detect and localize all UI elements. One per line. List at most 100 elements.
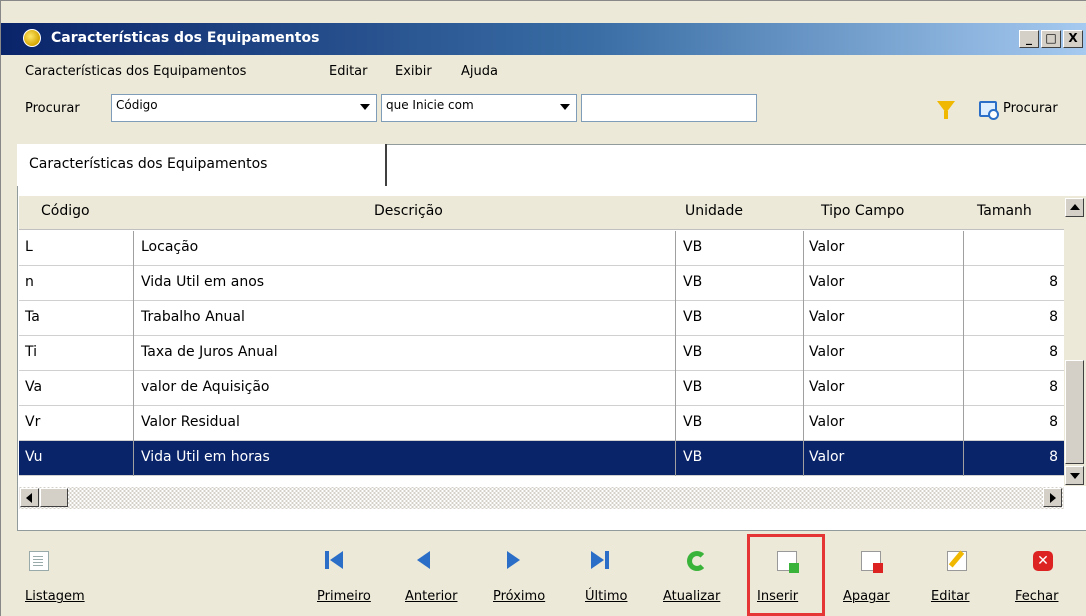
maximize-button[interactable]: □ (1041, 30, 1061, 48)
column-divider (803, 441, 804, 476)
search-bar: Procurar Código que Inicie com Procurar (1, 87, 1086, 131)
column-divider (133, 301, 134, 336)
hscroll-thumb[interactable] (40, 488, 68, 507)
inserir-highlight (747, 534, 825, 616)
cell-tamanho: 8 (1049, 449, 1058, 465)
scroll-left-icon[interactable] (20, 488, 39, 507)
fechar-button[interactable]: ✕ Fechar (1013, 539, 1073, 615)
header-descricao[interactable]: Descrição (374, 203, 443, 219)
filter-icon[interactable] (937, 101, 955, 119)
table-row[interactable]: Ta Trabalho Anual VB Valor 8 (19, 301, 1064, 336)
vertical-scrollbar[interactable] (1064, 196, 1086, 486)
column-divider (963, 336, 964, 371)
table-row[interactable]: Ti Taxa de Juros Anual VB Valor 8 (19, 336, 1064, 371)
cell-tamanho: 8 (1049, 309, 1058, 325)
column-divider (803, 266, 804, 301)
listagem-button[interactable]: Listagem (25, 539, 105, 615)
table-row[interactable]: Va valor de Aquisição VB Valor 8 (19, 371, 1064, 406)
cell-tipo-campo: Valor (809, 379, 845, 395)
tab-label: Características dos Equipamentos (29, 156, 268, 172)
cell-descricao: valor de Aquisição (141, 379, 270, 395)
scroll-thumb[interactable] (1065, 360, 1084, 464)
primeiro-button[interactable]: Primeiro (315, 539, 379, 615)
scroll-up-icon[interactable] (1065, 198, 1084, 217)
scroll-down-icon[interactable] (1065, 466, 1084, 485)
horizontal-scrollbar[interactable] (19, 487, 1064, 509)
column-divider (803, 336, 804, 371)
column-divider (675, 301, 676, 336)
search-icon (979, 101, 999, 120)
cell-tipo-campo: Valor (809, 309, 845, 325)
cell-descricao: Taxa de Juros Anual (141, 344, 278, 360)
menu-editar[interactable]: Editar (329, 64, 368, 79)
cell-tipo-campo: Valor (809, 274, 845, 290)
cell-tipo-campo: Valor (809, 239, 845, 255)
apagar-button[interactable]: Apagar (841, 539, 901, 615)
cell-codigo: Va (25, 379, 43, 395)
column-divider (133, 441, 134, 476)
cell-tamanho: 8 (1049, 414, 1058, 430)
proximo-button[interactable]: Próximo (491, 539, 555, 615)
search-field-select[interactable]: Código (111, 94, 377, 122)
column-divider (133, 231, 134, 266)
header-codigo[interactable]: Código (41, 203, 90, 219)
app-window: Características dos Equipamentos _ □ X C… (0, 0, 1086, 616)
table-row[interactable]: Vu Vida Util em horas VB Valor 8 (19, 441, 1064, 476)
bottom-toolbar: Listagem Primeiro Anterior Próximo Últim… (1, 539, 1086, 616)
title-bar[interactable]: Características dos Equipamentos _ □ X (1, 23, 1086, 55)
column-divider (803, 301, 804, 336)
header-tipo-campo[interactable]: Tipo Campo (821, 203, 904, 219)
menu-exibir[interactable]: Exibir (395, 64, 432, 79)
cell-codigo: L (25, 239, 33, 255)
report-icon (29, 551, 49, 571)
column-divider (675, 406, 676, 441)
column-divider (675, 231, 676, 266)
column-divider (803, 406, 804, 441)
header-tamanho[interactable]: Tamanh (977, 203, 1032, 219)
menu-ajuda[interactable]: Ajuda (461, 64, 498, 79)
menu-caracteristicas[interactable]: Características dos Equipamentos (25, 64, 246, 79)
cell-unidade: VB (683, 414, 703, 430)
column-divider (675, 371, 676, 406)
primeiro-label: Primeiro (317, 589, 371, 604)
search-input[interactable] (581, 94, 757, 122)
app-icon (23, 29, 41, 47)
editar-label: Editar (931, 589, 970, 604)
header-unidade[interactable]: Unidade (685, 203, 743, 219)
column-divider (963, 231, 964, 266)
cell-unidade: VB (683, 379, 703, 395)
table-row[interactable]: n Vida Util em anos VB Valor 8 (19, 266, 1064, 301)
grid-header: Código Descrição Unidade Tipo Campo Tama… (19, 196, 1064, 230)
column-divider (133, 371, 134, 406)
column-divider (963, 371, 964, 406)
minimize-button[interactable]: _ (1019, 30, 1039, 48)
anterior-button[interactable]: Anterior (403, 539, 467, 615)
cell-descricao: Valor Residual (141, 414, 240, 430)
fechar-label: Fechar (1015, 589, 1059, 604)
cell-unidade: VB (683, 239, 703, 255)
tab-caracteristicas[interactable]: Características dos Equipamentos (17, 144, 387, 186)
procurar-button-label: Procurar (1003, 101, 1058, 116)
anterior-label: Anterior (405, 589, 458, 604)
editar-button[interactable]: Editar (929, 539, 985, 615)
close-button[interactable]: X (1063, 30, 1083, 48)
cell-codigo: Ta (25, 309, 40, 325)
cell-unidade: VB (683, 309, 703, 325)
last-record-icon (591, 551, 611, 571)
procurar-button[interactable]: Procurar (977, 99, 1086, 121)
table-row[interactable]: Vr Valor Residual VB Valor 8 (19, 406, 1064, 441)
search-condition-select[interactable]: que Inicie com (381, 94, 577, 122)
delete-record-icon (861, 551, 883, 573)
column-divider (133, 266, 134, 301)
ultimo-button[interactable]: Último (581, 539, 637, 615)
cell-codigo: Vu (25, 449, 43, 465)
atualizar-button[interactable]: Atualizar (663, 539, 737, 615)
scroll-right-icon[interactable] (1043, 488, 1062, 507)
table-row[interactable]: L Locação VB Valor (19, 231, 1064, 266)
cell-descricao: Vida Util em anos (141, 274, 265, 290)
close-icon: ✕ (1033, 551, 1053, 571)
column-divider (675, 441, 676, 476)
column-divider (675, 266, 676, 301)
data-grid: Código Descrição Unidade Tipo Campo Tama… (19, 196, 1064, 486)
cell-unidade: VB (683, 344, 703, 360)
